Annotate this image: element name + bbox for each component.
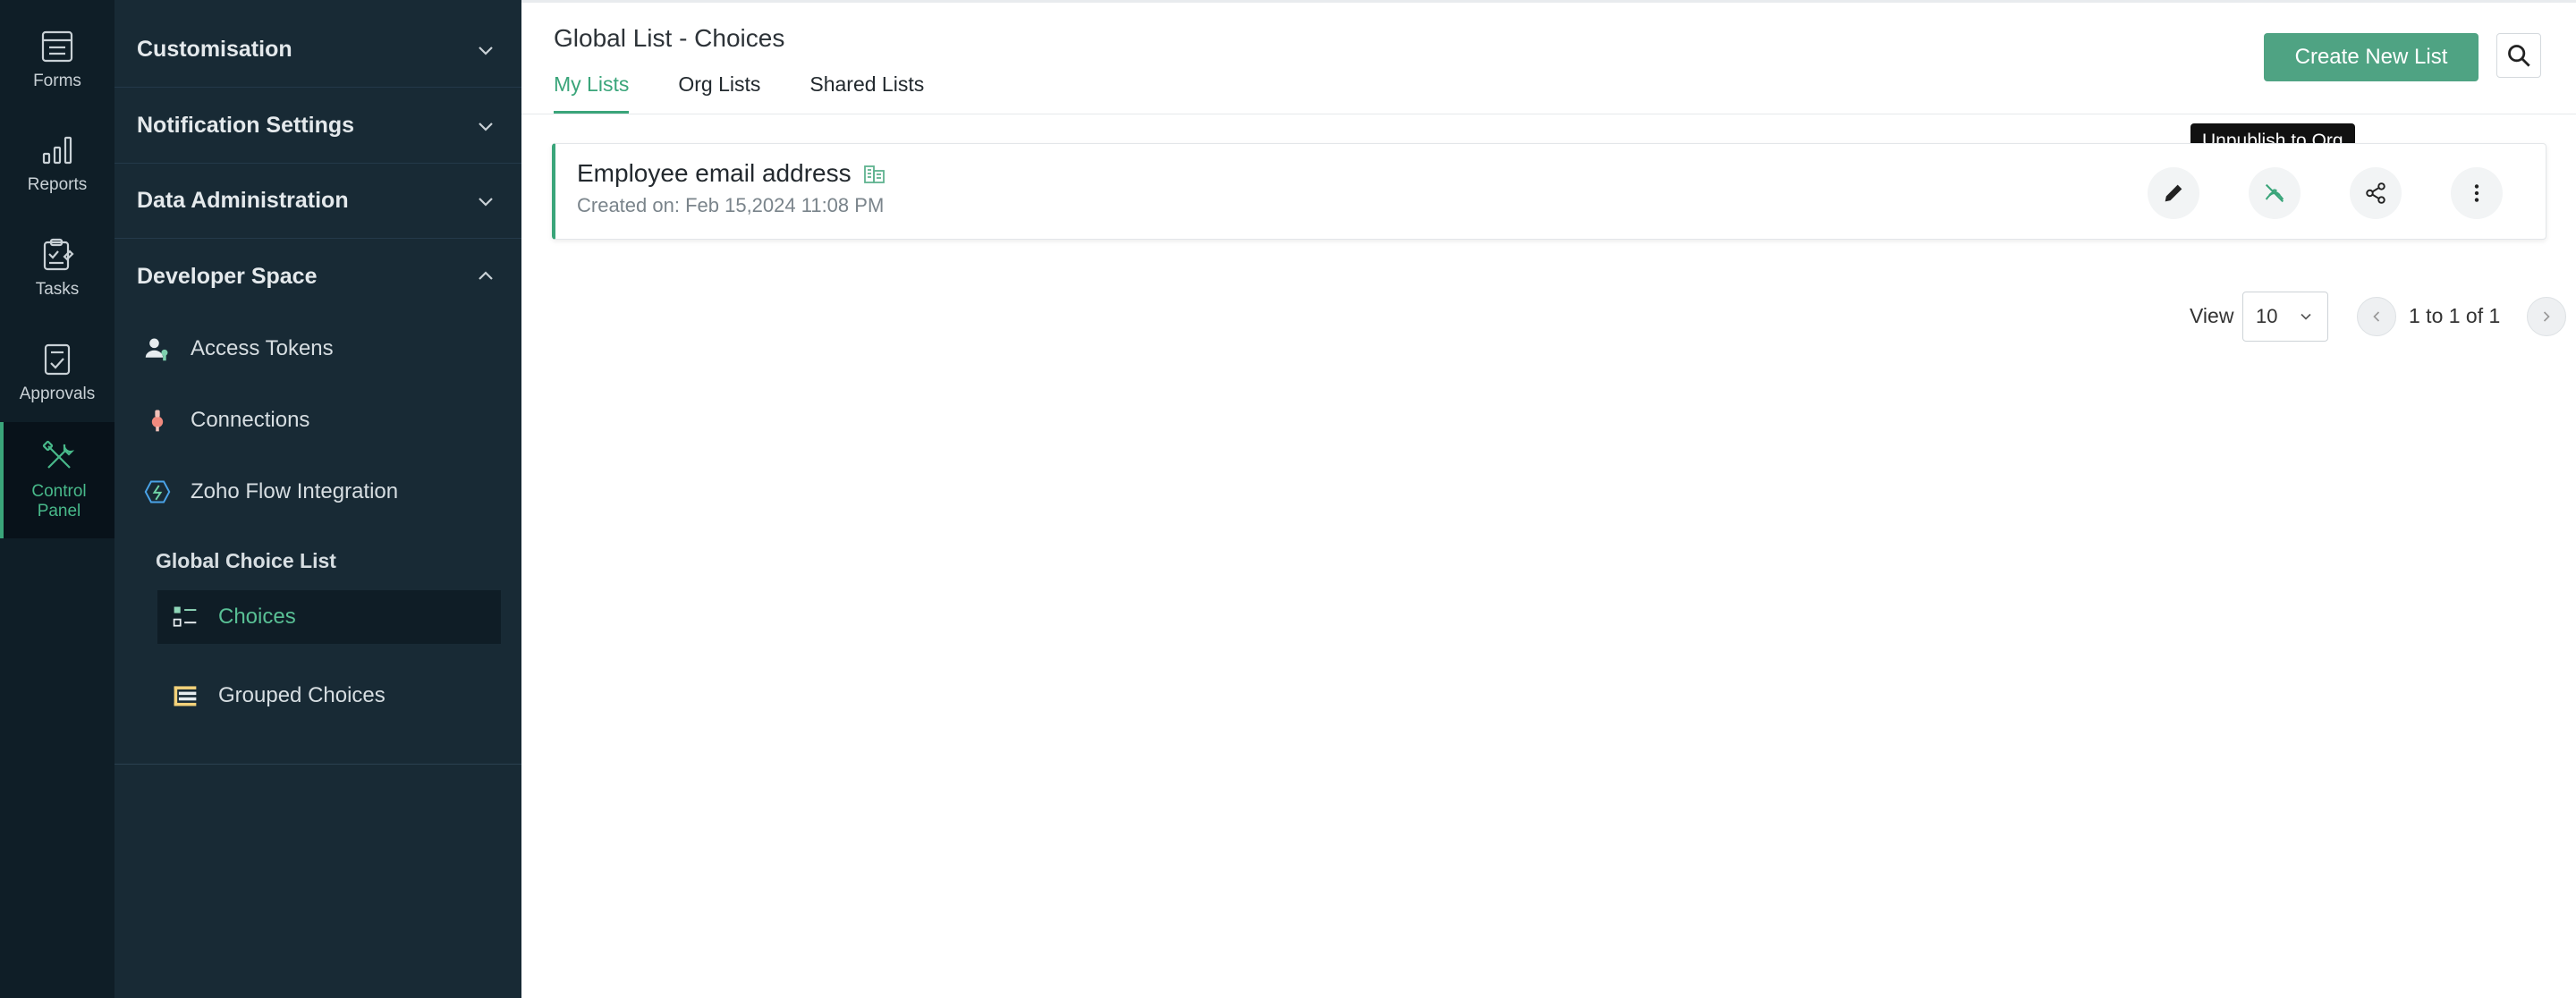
section-label: Customisation bbox=[137, 37, 292, 62]
share-icon bbox=[2366, 182, 2385, 204]
rail-item-label: Forms bbox=[33, 72, 81, 90]
user-key-icon bbox=[142, 334, 173, 364]
sidebar-item-zoho-flow[interactable]: Zoho Flow Integration bbox=[142, 465, 500, 519]
edit-button[interactable] bbox=[2148, 167, 2199, 219]
page-size-value: 10 bbox=[2256, 305, 2278, 327]
sidebar-item-connections[interactable]: Connections bbox=[142, 393, 500, 447]
rail-item-tasks[interactable]: Tasks bbox=[0, 216, 114, 321]
sidebar-item-access-tokens[interactable]: Access Tokens bbox=[142, 322, 500, 376]
section-label: Notification Settings bbox=[137, 113, 355, 138]
view-label: View bbox=[2190, 304, 2234, 327]
search-icon bbox=[2508, 45, 2530, 67]
chevron-up-icon bbox=[479, 271, 493, 280]
search-button[interactable] bbox=[2496, 33, 2541, 78]
chevron-down-icon bbox=[479, 122, 493, 131]
list-card-title: Employee email address bbox=[577, 159, 887, 188]
tab-org-lists[interactable]: Org Lists bbox=[678, 69, 760, 114]
list-created-date: Created on: Feb 15,2024 11:08 PM bbox=[577, 194, 885, 216]
rail-item-label: Tasks bbox=[35, 280, 80, 299]
sidebar-divider bbox=[114, 764, 521, 765]
sidebar-item-label: Zoho Flow Integration bbox=[191, 479, 399, 503]
forms-icon bbox=[41, 30, 73, 63]
rail-item-approvals[interactable]: Approvals bbox=[0, 320, 114, 426]
rail-item-label: Control Panel bbox=[31, 482, 87, 520]
next-page-button[interactable] bbox=[2527, 297, 2566, 336]
list-card[interactable]: Employee email address Created on: Feb 1… bbox=[552, 143, 2546, 240]
settings-sidebar: Customisation Notification Settings Data… bbox=[114, 0, 521, 998]
sidebar-item-label: Access Tokens bbox=[191, 336, 334, 360]
pencil-icon bbox=[2165, 184, 2182, 202]
approvals-icon bbox=[44, 343, 71, 376]
unpublish-icon bbox=[2265, 183, 2284, 203]
section-developer-space[interactable]: Developer Space bbox=[114, 239, 521, 314]
flow-icon bbox=[142, 477, 173, 507]
list-title: Employee email address bbox=[577, 159, 852, 187]
sidebar-item-label: Choices bbox=[218, 605, 296, 629]
sidebar-item-choices[interactable]: Choices bbox=[157, 590, 501, 644]
rail-item-label: Reports bbox=[27, 175, 88, 194]
bar-chart-icon bbox=[42, 136, 72, 165]
section-label: Developer Space bbox=[137, 263, 318, 289]
grouped-list-icon bbox=[170, 681, 200, 711]
tab-my-lists[interactable]: My Lists bbox=[554, 69, 630, 114]
main-content: Global List - Choices My Lists Org Lists… bbox=[521, 0, 2576, 998]
chevron-down-icon bbox=[479, 46, 493, 55]
tools-icon bbox=[42, 440, 75, 469]
app-rail: Forms Reports Tasks Approvals Control Pa… bbox=[0, 0, 114, 998]
vertical-dots-icon bbox=[2474, 184, 2479, 202]
plug-icon bbox=[142, 405, 173, 436]
page-title: Global List - Choices bbox=[554, 24, 785, 52]
sidebar-item-label: Grouped Choices bbox=[218, 683, 386, 707]
tab-shared-lists[interactable]: Shared Lists bbox=[809, 69, 924, 114]
page-range: 1 to 1 of 1 bbox=[2409, 304, 2501, 327]
share-button[interactable] bbox=[2350, 167, 2402, 219]
prev-page-button[interactable] bbox=[2357, 297, 2396, 336]
chevron-right-icon bbox=[2543, 311, 2550, 322]
checklist-icon bbox=[170, 602, 200, 632]
create-new-list-button[interactable]: Create New List bbox=[2264, 33, 2479, 81]
section-notification-settings[interactable]: Notification Settings bbox=[114, 89, 521, 164]
org-building-icon bbox=[862, 161, 887, 186]
rail-item-label: Approvals bbox=[19, 385, 96, 403]
sidebar-item-grouped-choices[interactable]: Grouped Choices bbox=[170, 669, 528, 723]
rail-item-control-panel[interactable]: Control Panel bbox=[0, 422, 114, 538]
chevron-down-icon bbox=[2301, 313, 2311, 320]
tasks-icon bbox=[43, 238, 74, 271]
group-title: Global Choice List bbox=[156, 549, 336, 572]
section-customisation[interactable]: Customisation bbox=[114, 13, 521, 88]
section-data-administration[interactable]: Data Administration bbox=[114, 164, 521, 239]
section-label: Data Administration bbox=[137, 188, 349, 213]
pagination: View 10 1 to 1 of 1 bbox=[521, 292, 2576, 342]
list-tabs: My Lists Org Lists Shared Lists bbox=[554, 69, 973, 114]
rail-item-reports[interactable]: Reports bbox=[0, 111, 114, 216]
page-size-select[interactable]: 10 bbox=[2242, 292, 2328, 342]
chevron-down-icon bbox=[479, 197, 493, 207]
rail-item-forms[interactable]: Forms bbox=[0, 7, 114, 113]
chevron-left-icon bbox=[2373, 311, 2380, 322]
unpublish-button[interactable] bbox=[2249, 167, 2301, 219]
more-options-button[interactable] bbox=[2451, 167, 2503, 219]
sidebar-item-label: Connections bbox=[191, 408, 310, 432]
